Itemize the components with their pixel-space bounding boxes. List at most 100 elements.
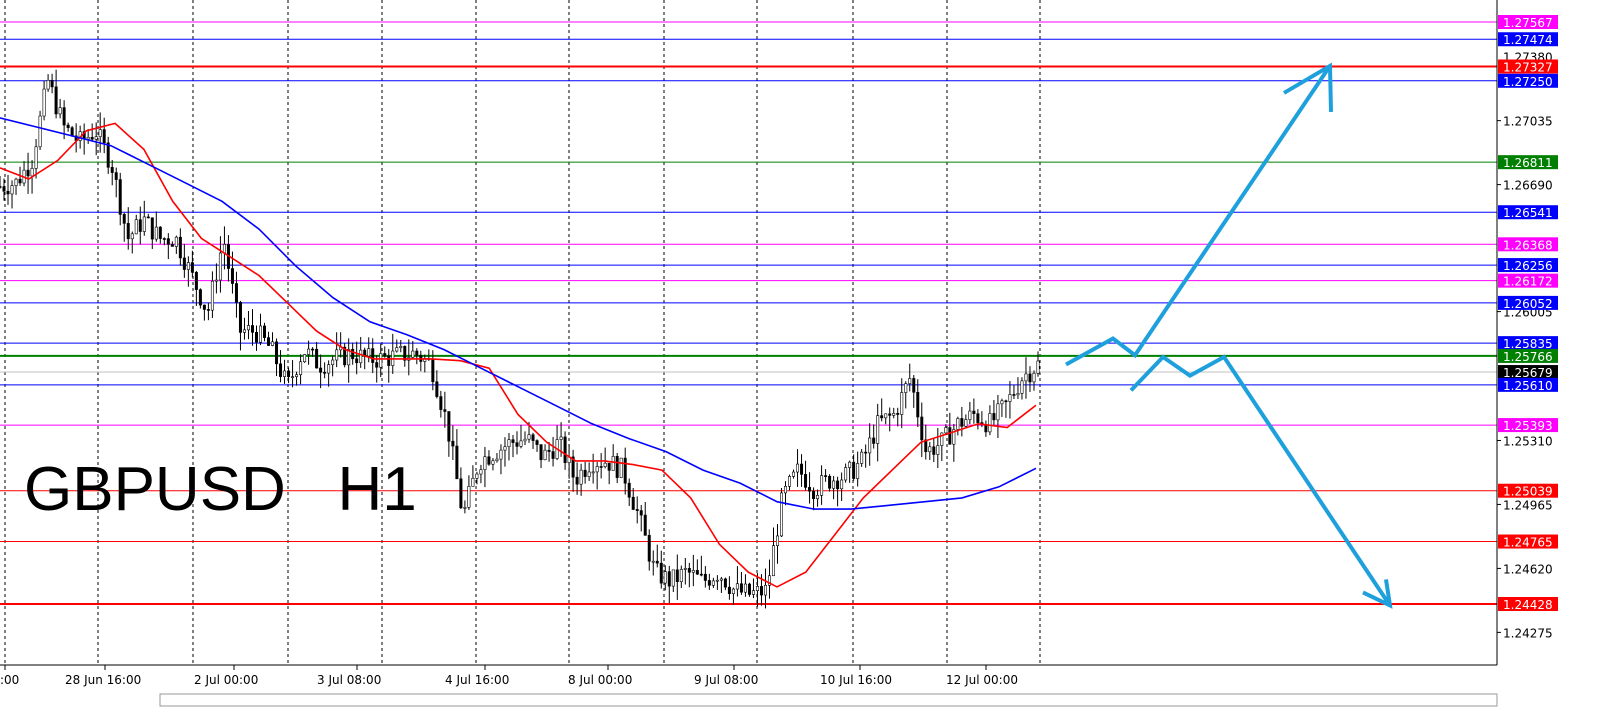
candle-body (723, 578, 727, 588)
candle-body (114, 172, 118, 180)
candle-body (635, 509, 639, 511)
price-tick-label: 1.24965 (1503, 498, 1553, 512)
candle-body (447, 411, 451, 442)
price-badge-label: 1.27474 (1503, 33, 1553, 47)
candle-body (868, 437, 872, 454)
candle-body (283, 370, 287, 377)
price-chart[interactable]: 1.270351.266901.260051.253101.249651.246… (0, 0, 1598, 712)
candle-body (150, 217, 154, 240)
candle-body (655, 560, 659, 564)
candle-body (291, 376, 295, 378)
candle-body (50, 79, 54, 88)
candle-body (535, 440, 539, 445)
candle-body (238, 301, 242, 333)
candle-body (651, 560, 655, 563)
candle-body (451, 440, 455, 447)
price-badge-label: 1.26256 (1503, 259, 1553, 273)
candle-body (18, 178, 22, 184)
candle-body (643, 514, 647, 536)
candle-body (367, 348, 371, 357)
candle-body (134, 219, 138, 235)
candle-body (214, 279, 218, 282)
candle-body (38, 115, 42, 148)
candle-body (888, 413, 892, 416)
candle-body (547, 449, 551, 452)
candle-body (988, 413, 992, 433)
candle-body (210, 280, 214, 311)
candle-body (627, 482, 631, 498)
candle-body (126, 223, 130, 240)
time-axis-label: :00 (0, 673, 19, 687)
candlesticks (0, 69, 1040, 609)
candle-body (836, 480, 840, 490)
candle-body (563, 436, 567, 463)
candle-body (206, 309, 210, 311)
time-axis-label: 2 Jul 00:00 (194, 673, 258, 687)
candle-body (852, 461, 856, 479)
candle-body (14, 178, 18, 186)
candle-body (10, 185, 14, 195)
candle-body (287, 370, 291, 378)
candle-body (242, 329, 246, 333)
candle-body (146, 216, 150, 219)
price-badge-label: 1.26172 (1503, 275, 1553, 289)
candle-body (996, 403, 1000, 421)
candle-body (699, 573, 703, 576)
candle-body (559, 436, 563, 440)
candle-body (1008, 394, 1012, 402)
candle-body (174, 236, 178, 247)
candle-body (816, 495, 820, 500)
candle-body (780, 492, 784, 537)
candle-body (118, 179, 122, 215)
candle-body (62, 107, 66, 126)
price-badge-label: 1.25610 (1503, 379, 1553, 393)
candle-body (335, 349, 339, 361)
price-badge-label: 1.27567 (1503, 16, 1553, 30)
candle-body (719, 578, 723, 581)
candle-body (70, 127, 74, 137)
candle-body (964, 419, 968, 427)
candle-body (771, 545, 775, 577)
candle-body (691, 570, 695, 573)
candle-body (415, 350, 419, 356)
candle-body (399, 346, 403, 348)
candle-body (299, 361, 303, 376)
candle-body (751, 590, 755, 595)
candle-body (639, 510, 643, 516)
candle-body (279, 363, 283, 377)
candle-body (1000, 400, 1004, 405)
candle-body (42, 88, 46, 117)
candle-body (687, 568, 691, 573)
candle-body (775, 535, 779, 546)
slow-moving-average-line (0, 117, 1037, 510)
price-badge-label: 1.24428 (1503, 598, 1553, 612)
candle-body (387, 355, 391, 366)
candle-body (198, 289, 202, 306)
candle-body (932, 446, 936, 455)
candle-body (896, 412, 900, 415)
candle-body (904, 383, 908, 393)
candle-body (439, 396, 443, 410)
candle-body (263, 325, 267, 338)
candle-body (66, 124, 70, 128)
candle-body (864, 451, 868, 454)
candle-body (54, 86, 58, 115)
time-axis-label: 28 Jun 16:00 (65, 673, 141, 687)
candle-body (190, 262, 194, 273)
price-tick-label: 1.27035 (1503, 115, 1553, 129)
candle-body (138, 219, 142, 232)
candle-body (755, 586, 759, 591)
time-axis-label: 3 Jul 08:00 (317, 673, 381, 687)
candle-body (908, 378, 912, 384)
candle-body (671, 569, 675, 587)
candle-body (98, 129, 102, 138)
candle-body (976, 413, 980, 423)
candle-body (471, 477, 475, 487)
candle-body (467, 486, 471, 508)
candle-body (607, 462, 611, 471)
candle-body (142, 216, 146, 232)
candle-body (311, 348, 315, 351)
candle-body (892, 412, 896, 416)
horizontal-scrollbar[interactable] (159, 693, 1498, 707)
price-tick-label: 1.25310 (1503, 434, 1553, 448)
